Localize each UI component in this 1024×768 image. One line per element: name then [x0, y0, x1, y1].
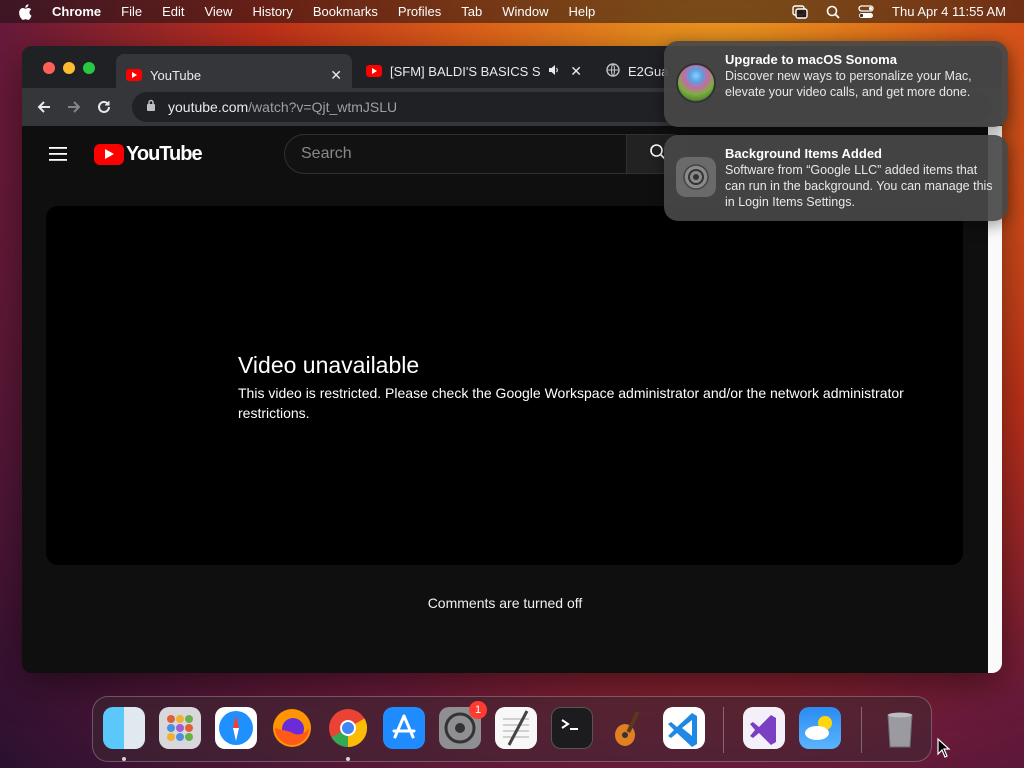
firefox-icon[interactable]: [271, 707, 313, 749]
garageband-icon[interactable]: [607, 707, 649, 749]
screen-mirroring-icon[interactable]: [792, 4, 808, 19]
tab-title: [SFM] BALDI'S BASICS SO: [390, 63, 540, 79]
notification-title: Background Items Added: [725, 146, 882, 161]
chrome-running-indicator: [346, 757, 350, 761]
search-input[interactable]: Search: [284, 134, 629, 174]
dock-separator: [861, 707, 862, 753]
dock-separator: [723, 707, 724, 753]
hamburger-menu-icon[interactable]: [48, 146, 68, 167]
tab-close-icon[interactable]: ✕: [330, 67, 342, 84]
zoom-window-button[interactable]: [83, 62, 95, 74]
system-settings-icon[interactable]: 1: [439, 701, 487, 749]
notification-sonoma[interactable]: Upgrade to macOS Sonoma Discover new way…: [664, 41, 1008, 127]
forward-arrow-icon[interactable]: [60, 93, 88, 121]
video-restricted-message: This video is restricted. Please check t…: [238, 385, 904, 421]
notification-title: Upgrade to macOS Sonoma: [725, 52, 897, 67]
apple-menu-icon[interactable]: [18, 3, 34, 20]
control-center-icon[interactable]: [858, 4, 874, 19]
menu-window[interactable]: Window: [502, 4, 548, 19]
youtube-favicon-icon: [366, 65, 382, 77]
menu-help[interactable]: Help: [569, 4, 596, 19]
audio-playing-icon[interactable]: [548, 64, 560, 79]
menu-history[interactable]: History: [252, 4, 292, 19]
visual-studio-icon[interactable]: [743, 707, 785, 749]
menu-bar: Chrome File Edit View History Bookmarks …: [0, 0, 1024, 23]
tab-sfm-baldi[interactable]: [SFM] BALDI'S BASICS SO ✕: [356, 54, 592, 88]
notification-background-items[interactable]: Background Items Added Software from “Go…: [664, 135, 1008, 221]
reload-icon[interactable]: [90, 93, 118, 121]
video-player[interactable]: Video unavailable This video is restrict…: [46, 206, 963, 565]
mouse-cursor-icon: [937, 737, 951, 763]
tab-title: YouTube: [150, 67, 202, 83]
terminal-icon[interactable]: [551, 707, 593, 749]
url-path: /watch?v=Qjt_wtmJSLU: [248, 99, 398, 115]
finder-running-indicator: [122, 757, 126, 761]
tab-title: E2Gua: [628, 63, 669, 79]
menu-app-name[interactable]: Chrome: [52, 4, 101, 19]
textedit-icon[interactable]: [495, 707, 537, 749]
youtube-favicon-icon: [126, 69, 142, 81]
weather-icon[interactable]: [799, 707, 841, 749]
menubar-clock[interactable]: Thu Apr 4 11:55 AM: [892, 4, 1006, 19]
url-host: youtube.com: [168, 99, 249, 115]
notification-body: Software from “Google LLC” added items t…: [725, 163, 993, 209]
youtube-logo-text: YouTube: [126, 143, 203, 165]
system-settings-gear-icon: [676, 157, 716, 197]
globe-icon: [606, 62, 620, 80]
video-unavailable-heading: Video unavailable: [238, 352, 420, 378]
menu-edit[interactable]: Edit: [162, 4, 184, 19]
vscode-icon[interactable]: [663, 707, 705, 749]
close-window-button[interactable]: [43, 62, 55, 74]
menu-tab[interactable]: Tab: [461, 4, 482, 19]
menu-file[interactable]: File: [121, 4, 142, 19]
notification-body: Discover new ways to personalize your Ma…: [725, 69, 972, 99]
comments-off-text: Comments are turned off: [427, 595, 583, 611]
lock-icon[interactable]: [146, 99, 156, 115]
tab-close-icon[interactable]: ✕: [570, 63, 582, 80]
trash-icon[interactable]: [879, 707, 921, 749]
safari-icon[interactable]: [215, 707, 257, 749]
menu-view[interactable]: View: [204, 4, 232, 19]
finder-icon[interactable]: [103, 707, 145, 749]
dock: 1: [92, 696, 932, 762]
chrome-icon[interactable]: [327, 707, 369, 749]
minimize-window-button[interactable]: [63, 62, 75, 74]
youtube-logo[interactable]: YouTube: [94, 143, 203, 166]
youtube-play-icon: [94, 144, 124, 165]
menu-bookmarks[interactable]: Bookmarks: [313, 4, 378, 19]
launchpad-icon[interactable]: [159, 707, 201, 749]
menu-profiles[interactable]: Profiles: [398, 4, 441, 19]
notification-badge: 1: [469, 701, 487, 719]
macos-sonoma-icon: [676, 63, 716, 103]
spotlight-search-icon[interactable]: [826, 5, 840, 19]
back-arrow-icon[interactable]: [30, 93, 58, 121]
app-store-icon[interactable]: [383, 707, 425, 749]
